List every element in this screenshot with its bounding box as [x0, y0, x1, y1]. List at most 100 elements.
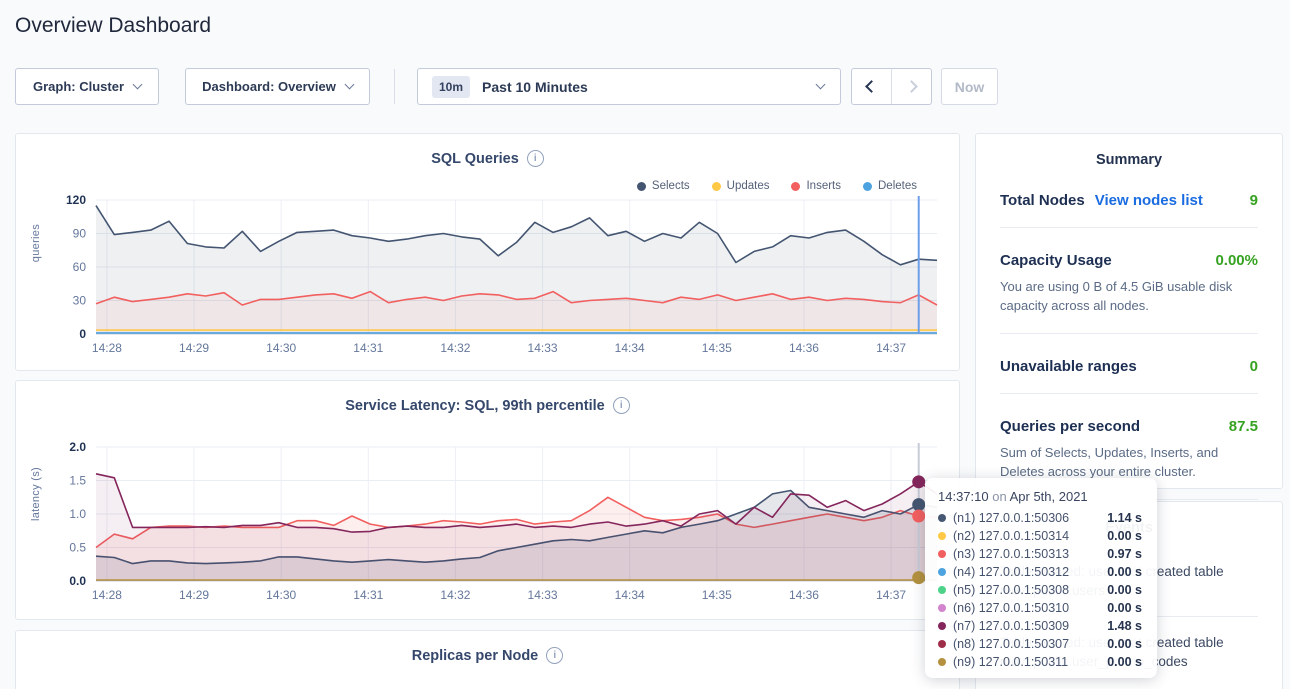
svg-text:14:34: 14:34	[615, 588, 645, 602]
tooltip-row: (n4) 127.0.0.1:503120.00 s	[938, 563, 1144, 581]
svg-text:0.5: 0.5	[69, 541, 86, 555]
qps-label: Queries per second	[1000, 418, 1140, 435]
svg-text:1.0: 1.0	[69, 507, 86, 521]
time-range-dropdown[interactable]: 10m Past 10 Minutes	[417, 68, 841, 105]
info-icon[interactable]: i	[527, 150, 544, 167]
chevron-down-icon	[133, 80, 143, 90]
tooltip-row: (n9) 127.0.0.1:503110.00 s	[938, 653, 1144, 671]
legend-item-updates[interactable]: Updates	[712, 180, 770, 192]
node-dot-icon	[938, 658, 946, 666]
summary-panel: Summary Total Nodes View nodes list 9 Ca…	[975, 133, 1283, 489]
node-dot-icon	[938, 586, 946, 594]
time-range-badge: 10m	[432, 76, 470, 98]
capacity-usage-label: Capacity Usage	[1000, 252, 1112, 269]
node-dot-icon	[938, 550, 946, 558]
svg-text:14:36: 14:36	[789, 588, 819, 602]
svg-text:2.0: 2.0	[69, 440, 86, 454]
graph-scope-label: Graph: Cluster	[33, 79, 124, 94]
svg-text:14:28: 14:28	[92, 341, 122, 355]
svg-text:14:33: 14:33	[528, 341, 558, 355]
time-next-button[interactable]	[891, 69, 931, 104]
sql-queries-chart[interactable]: 14:2814:2914:3014:3114:3214:3314:3414:35…	[28, 192, 949, 367]
svg-text:14:37: 14:37	[876, 341, 906, 355]
info-icon[interactable]: i	[613, 397, 630, 414]
svg-text:14:35: 14:35	[702, 588, 732, 602]
capacity-usage-desc: You are using 0 B of 4.5 GiB usable disk…	[1000, 277, 1258, 315]
svg-text:14:32: 14:32	[440, 341, 470, 355]
tooltip-row: (n8) 127.0.0.1:503070.00 s	[938, 635, 1144, 653]
svg-text:90: 90	[73, 227, 87, 241]
svg-text:14:31: 14:31	[353, 341, 383, 355]
node-dot-icon	[938, 514, 946, 522]
selects-dot-icon	[637, 182, 646, 191]
service-latency-card: Service Latency: SQL, 99th percentile i …	[15, 380, 960, 620]
svg-text:14:32: 14:32	[440, 588, 470, 602]
sql-queries-card: SQL Queries i Selects Updates Inserts De…	[15, 133, 960, 371]
summary-heading: Summary	[976, 134, 1282, 168]
svg-text:0: 0	[79, 327, 86, 341]
service-latency-chart[interactable]: 14:28 14:29 14:30 14:31 14:32 14:33 14:34 14:35…	[28, 439, 949, 614]
view-nodes-list-link[interactable]: View nodes list	[1095, 192, 1203, 209]
tooltip-row: (n2) 127.0.0.1:503140.00 s	[938, 527, 1144, 545]
chart-hover-tooltip: 14:37:10 on Apr 5th, 2021 (n1) 127.0.0.1…	[925, 478, 1157, 678]
qps-value: 87.5	[1229, 418, 1258, 435]
unavailable-ranges-label: Unavailable ranges	[1000, 358, 1137, 375]
service-latency-title: Service Latency: SQL, 99th percentile	[345, 398, 605, 414]
toolbar-divider	[394, 69, 395, 104]
svg-text:14:37: 14:37	[876, 588, 906, 602]
updates-dot-icon	[712, 182, 721, 191]
svg-text:14:28: 14:28	[92, 588, 122, 602]
info-icon[interactable]: i	[546, 647, 563, 664]
divider	[1000, 393, 1258, 394]
graph-scope-dropdown[interactable]: Graph: Cluster	[15, 68, 159, 105]
tooltip-row: (n3) 127.0.0.1:503130.97 s	[938, 545, 1144, 563]
svg-text:1.5: 1.5	[69, 474, 86, 488]
now-button[interactable]: Now	[941, 68, 998, 105]
qps-desc: Sum of Selects, Updates, Inserts, and De…	[1000, 443, 1258, 481]
chevron-right-icon	[905, 80, 918, 93]
svg-text:14:30: 14:30	[266, 341, 296, 355]
svg-text:14:30: 14:30	[266, 588, 296, 602]
tooltip-row: (n5) 127.0.0.1:503080.00 s	[938, 581, 1144, 599]
svg-text:30: 30	[73, 294, 87, 308]
node-dot-icon	[938, 640, 946, 648]
svg-text:120: 120	[66, 193, 86, 207]
svg-text:14:31: 14:31	[353, 588, 383, 602]
svg-text:60: 60	[73, 260, 87, 274]
node-dot-icon	[938, 532, 946, 540]
replicas-per-node-card: Replicas per Node i	[15, 630, 960, 689]
svg-text:14:29: 14:29	[179, 341, 209, 355]
time-prev-button[interactable]	[852, 69, 891, 104]
svg-text:14:33: 14:33	[528, 588, 558, 602]
svg-text:14:29: 14:29	[179, 588, 209, 602]
inserts-dot-icon	[791, 182, 800, 191]
node-dot-icon	[938, 568, 946, 576]
node-dot-icon	[938, 604, 946, 612]
legend-item-selects[interactable]: Selects	[637, 180, 690, 192]
tooltip-row: (n1) 127.0.0.1:503061.14 s	[938, 509, 1144, 527]
sql-queries-title: SQL Queries	[431, 151, 519, 167]
replicas-per-node-title: Replicas per Node	[412, 648, 539, 664]
dashboard-dropdown[interactable]: Dashboard: Overview	[185, 68, 370, 105]
tooltip-timestamp: 14:37:10 on Apr 5th, 2021	[938, 489, 1144, 504]
node-dot-icon	[938, 622, 946, 630]
time-range-arrows	[851, 68, 932, 105]
unavailable-ranges-value: 0	[1250, 358, 1258, 375]
overview-dashboard-page: Overview Dashboard Graph: Cluster Dashbo…	[0, 0, 1290, 689]
deletes-dot-icon	[863, 182, 872, 191]
chevron-down-icon	[816, 80, 826, 90]
chevron-down-icon	[344, 80, 354, 90]
tooltip-row: (n6) 127.0.0.1:503100.00 s	[938, 599, 1144, 617]
sql-queries-legend: Selects Updates Inserts Deletes	[637, 180, 917, 192]
chevron-left-icon	[865, 80, 878, 93]
legend-item-inserts[interactable]: Inserts	[791, 180, 841, 192]
svg-text:14:36: 14:36	[789, 341, 819, 355]
total-nodes-label: Total Nodes	[1000, 192, 1085, 209]
dashboard-label: Dashboard: Overview	[202, 79, 336, 94]
time-range-label: Past 10 Minutes	[482, 79, 588, 95]
page-title: Overview Dashboard	[15, 14, 211, 38]
legend-item-deletes[interactable]: Deletes	[863, 180, 917, 192]
divider	[1000, 227, 1258, 228]
svg-text:14:35: 14:35	[702, 341, 732, 355]
tooltip-row: (n7) 127.0.0.1:503091.48 s	[938, 617, 1144, 635]
